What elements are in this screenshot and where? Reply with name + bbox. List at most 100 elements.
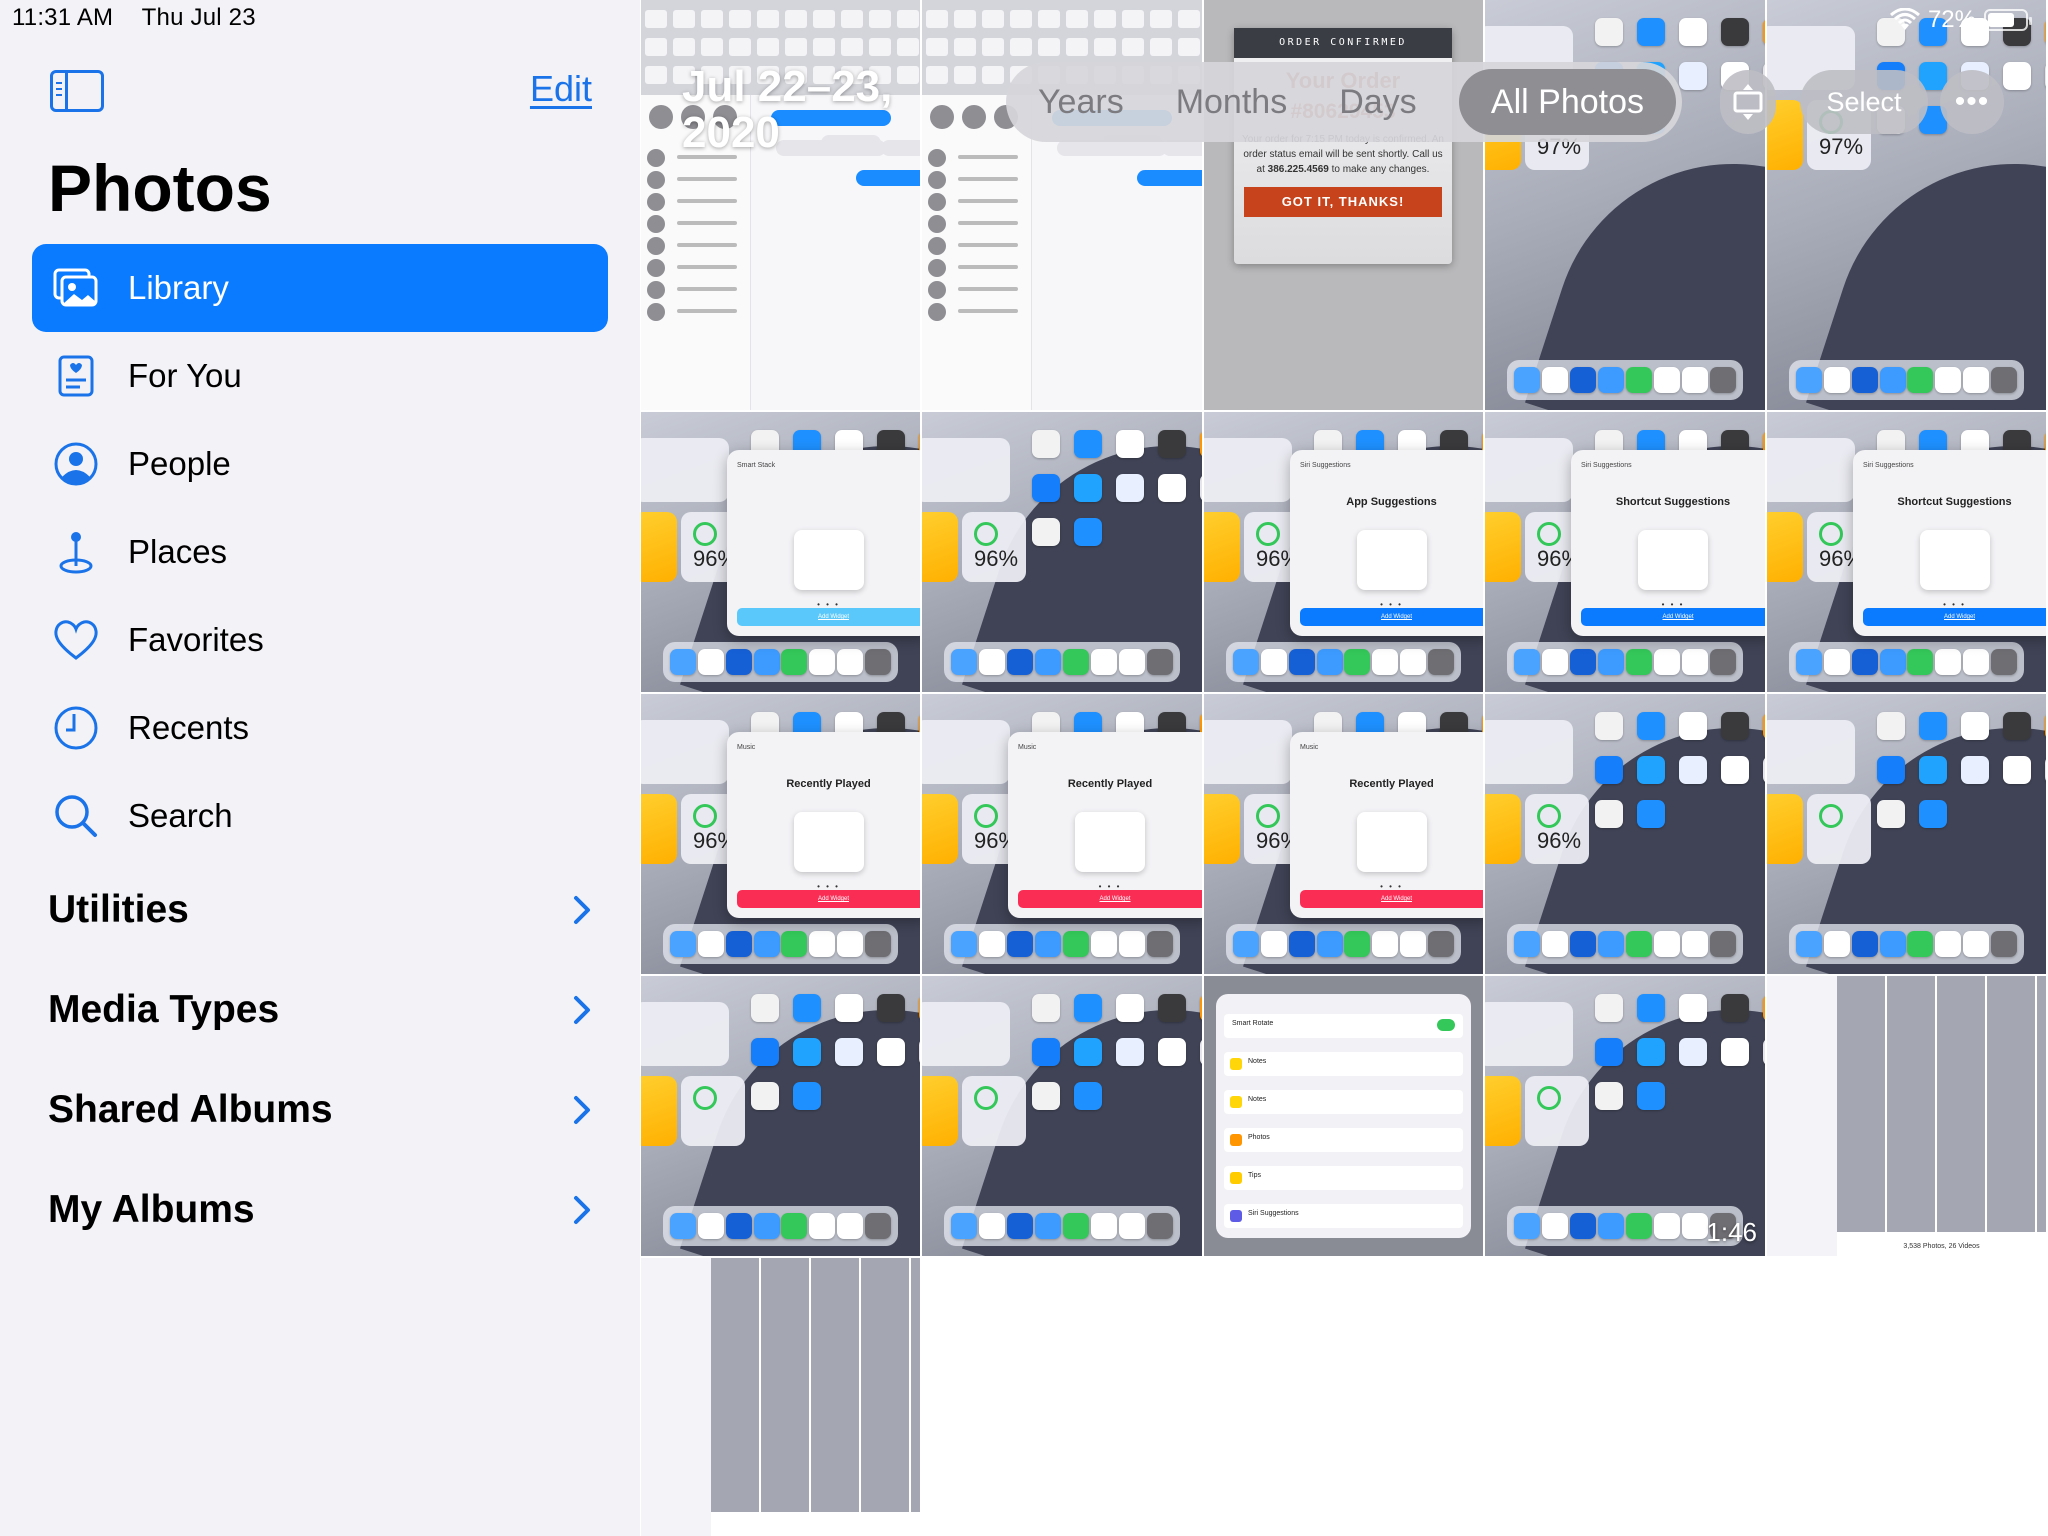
dock-app-icon [1795,931,1822,957]
news-widget [922,1002,1010,1066]
sidebar-item-places[interactable]: Places [32,508,608,596]
app-icon [1032,1038,1060,1066]
tab-days[interactable]: Days [1313,69,1442,135]
sidebar-item-search[interactable]: Search [32,772,608,860]
dock-app-icon [1879,649,1906,675]
photo-grid: ORDER CONFIRMEDYour Order#80629453Your o… [641,0,2048,1536]
sidebar-toggle-icon[interactable] [50,70,104,112]
photo-thumbnail[interactable]: 96% Smart Stack • • • Add Widget [641,412,920,692]
section-media-types[interactable]: Media Types [48,970,594,1050]
sidebar-item-recents[interactable]: Recents [32,684,608,772]
select-button[interactable]: Select [1800,70,1928,134]
more-button[interactable]: ••• [1940,70,2004,134]
app-icon-row [1595,800,1665,828]
photos-screenshot [641,1258,920,1536]
dock-app-icon [1035,1213,1061,1239]
dock-app-icon [1428,931,1455,957]
keyboard-key [954,66,976,84]
yellow-widget [1767,512,1803,582]
dock-app-icon [1232,931,1259,957]
section-label: Shared Albums [48,1088,333,1131]
app-icon [2045,756,2046,784]
contact-avatar [647,149,665,167]
photo-thumbnail[interactable]: 1:46 [1485,976,1765,1256]
dock-app-icon [1795,367,1822,393]
section-label: Utilities [48,888,189,931]
dock-app-icon [1935,367,1962,393]
photo-thumbnail[interactable]: 96% Music Recently Played • • • Add Widget [922,694,1202,974]
battery-widget-value: 97% [1819,134,1864,159]
keyboard-key [1038,38,1060,56]
photo-thumbnail[interactable]: 96% Siri Suggestions App Suggestions • • • A… [1204,412,1483,692]
photo-thumbnail[interactable] [641,1258,920,1536]
keyboard-key [897,38,919,56]
tab-months[interactable]: Months [1150,69,1314,135]
photo-thumbnail[interactable]: 96% Music Recently Played • • • Add Widget [1204,694,1483,974]
app-icon [2045,712,2046,740]
contact-avatar [649,105,673,129]
photo-thumbnail[interactable]: 96% [1485,694,1765,974]
photo-thumbnail[interactable]: 3,538 Photos, 26 Videos [1767,976,2046,1256]
photo-thumbnail[interactable]: Smart Rotate Notes Notes Photos Tips Siri Sug… [1204,976,1483,1256]
dock-app-icon [1851,367,1878,393]
chevron-right-icon [574,996,590,1024]
photo-thumbnail[interactable]: 96% Siri Suggestions Shortcut Suggestions •… [1485,412,1765,692]
keyboard-key [954,10,976,28]
photo-thumbnail[interactable]: 96% Music Recently Played • • • Add Widget [641,694,920,974]
sidebar-item-for-you[interactable]: For You [32,332,608,420]
news-widget [1485,720,1573,784]
dock [1226,642,1461,682]
search-icon [52,792,100,840]
app-icon [1679,756,1707,784]
dock-app-icon [809,931,836,957]
widget-preview [1356,812,1427,872]
keyboard-key [982,38,1004,56]
dock-app-icon [1007,1213,1033,1239]
photo-thumbnail[interactable]: 96% [922,412,1202,692]
aspect-ratio-button[interactable] [1720,70,1776,134]
edit-button[interactable]: Edit [530,68,592,110]
tab-all-photos[interactable]: All Photos [1458,69,1676,135]
dock-app-icon [979,931,1005,957]
widget-sheet-header: Siri Suggestions [1581,462,1632,469]
news-widget [1767,438,1855,502]
tab-years[interactable]: Years [1012,69,1150,135]
sidebar-item-library[interactable]: Library [32,244,608,332]
section-my-albums[interactable]: My Albums [48,1170,594,1250]
app-icon [1721,994,1749,1022]
photo-thumbnail[interactable] [1767,694,2046,974]
dock-app-icon [1879,367,1906,393]
sidebar-title: Photos [48,151,272,225]
photo-thumbnail[interactable]: 96% Siri Suggestions Shortcut Suggestions •… [1767,412,2046,692]
dock-app-icon [1119,931,1145,957]
app-icon [1595,800,1623,828]
battery-widget [681,1076,745,1146]
add-widget-button: Add Widget [737,608,920,626]
dock-app-icon [697,1213,724,1239]
app-icon [877,1038,905,1066]
sidebar-item-favorites[interactable]: Favorites [32,596,608,684]
app-icon [1595,712,1623,740]
photo-thumbnail[interactable] [641,976,920,1256]
keyboard-key [729,10,751,28]
conversation-preview [958,287,1018,291]
app-icon [1637,756,1665,784]
dock-app-icon [1428,649,1455,675]
dock-app-icon [1710,931,1736,957]
chevron-right-icon [574,896,590,924]
app-icon-row [1877,712,2046,740]
battery-widget: 96% [962,512,1026,582]
contact-avatar [928,281,946,299]
dock-app-icon [809,649,836,675]
add-widget-button: Add Widget [1018,890,1202,908]
dock-app-icon [1935,649,1962,675]
dock-app-icon [1147,931,1173,957]
section-utilities[interactable]: Utilities [48,870,594,950]
photo-thumbnail[interactable]: 97% [1767,0,2046,410]
sidebar-item-people[interactable]: People [32,420,608,508]
dock-app-icon [837,1213,864,1239]
dock [1789,360,2024,400]
section-shared-albums[interactable]: Shared Albums [48,1070,594,1150]
add-widget-button: Add Widget [737,890,920,908]
photo-thumbnail[interactable] [922,976,1202,1256]
